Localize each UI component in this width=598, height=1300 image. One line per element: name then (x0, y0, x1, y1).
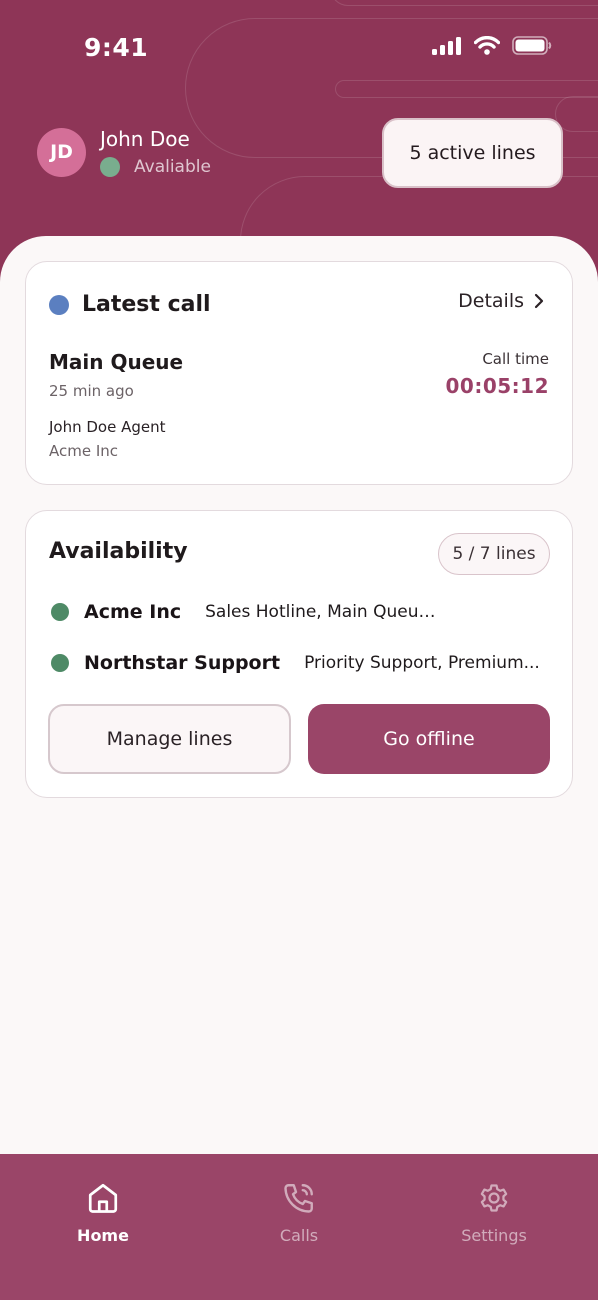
details-label: Details (458, 290, 524, 312)
user-profile[interactable]: JD John Doe Avaliable (37, 127, 211, 177)
user-status: Avaliable (100, 157, 211, 177)
manage-lines-button[interactable]: Manage lines (48, 704, 291, 774)
availability-title: Availability (49, 539, 188, 564)
status-time: 9:41 (84, 33, 149, 62)
org-name: Acme Inc (84, 601, 182, 623)
status-bar: 9:41 (0, 0, 598, 100)
status-icons (432, 36, 552, 55)
status-dot-available (100, 157, 120, 177)
org-row[interactable]: Northstar Support Priority Support, Prem… (51, 652, 540, 674)
tab-settings[interactable]: Settings (439, 1180, 549, 1245)
call-time-label: Call time (482, 350, 549, 368)
tab-calls[interactable]: Calls (244, 1180, 354, 1245)
agent-company: Acme Inc (49, 442, 119, 460)
latest-call-dot (49, 294, 69, 315)
avatar: JD (37, 127, 86, 177)
phone-icon (284, 1184, 313, 1213)
org-lines: Priority Support, Premium... (304, 653, 540, 673)
latest-call-header: Latest call (49, 292, 211, 317)
chevron-right-icon (534, 293, 544, 309)
tab-home[interactable]: Home (48, 1180, 158, 1245)
home-icon (88, 1183, 118, 1213)
user-name: John Doe (100, 127, 190, 151)
battery-icon (512, 36, 552, 55)
signal-icon (432, 36, 461, 55)
go-offline-button[interactable]: Go offline (308, 704, 550, 774)
user-status-text: Avaliable (134, 157, 211, 177)
active-lines-button[interactable]: 5 active lines (382, 118, 563, 188)
tab-settings-label: Settings (461, 1226, 527, 1245)
details-link[interactable]: Details (458, 290, 544, 312)
agent-name: John Doe Agent (49, 418, 166, 436)
tab-bar: Home Calls Settings (0, 1154, 598, 1300)
latest-call-card[interactable]: Latest call Details Main Queue 25 min ag… (25, 261, 573, 485)
avatar-initials: JD (50, 141, 73, 163)
org-row[interactable]: Acme Inc Sales Hotline, Main Queue, Over… (51, 601, 445, 623)
availability-card: Availability 5 / 7 lines Acme Inc Sales … (25, 510, 573, 798)
latest-call-title: Latest call (82, 292, 211, 317)
call-time-ago: 25 min ago (49, 382, 134, 400)
org-status-dot (51, 603, 69, 621)
wifi-icon (474, 36, 500, 55)
profile-text: John Doe Avaliable (100, 127, 211, 177)
tab-home-label: Home (77, 1226, 129, 1245)
org-name: Northstar Support (84, 652, 281, 674)
tab-calls-label: Calls (279, 1226, 319, 1245)
gear-icon (480, 1184, 508, 1212)
main-content: Latest call Details Main Queue 25 min ag… (0, 236, 598, 1154)
org-lines: Sales Hotline, Main Queue, Overflow (205, 602, 445, 622)
queue-name: Main Queue (49, 350, 184, 374)
org-status-dot (51, 654, 69, 672)
call-time-value: 00:05:12 (445, 374, 549, 398)
lines-count-badge: 5 / 7 lines (438, 533, 550, 575)
